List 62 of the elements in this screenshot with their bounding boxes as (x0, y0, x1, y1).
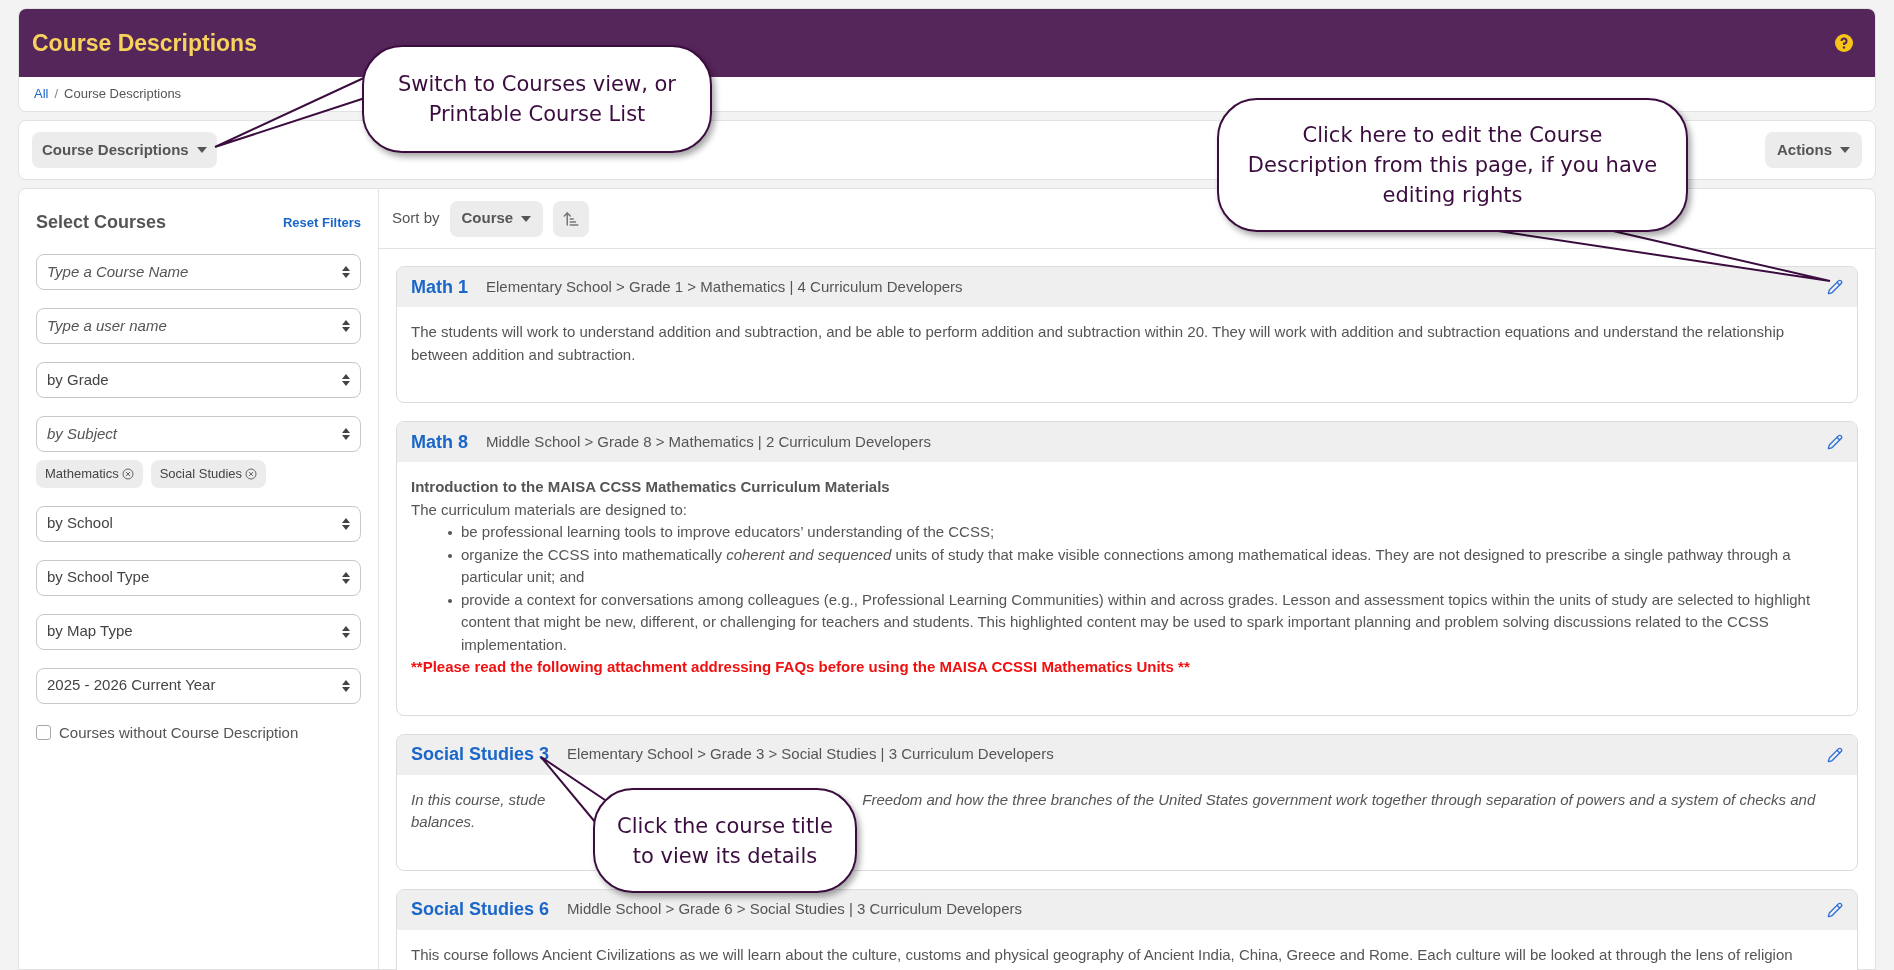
sort-order-icon (562, 209, 581, 228)
sort-dropdown-button[interactable]: Course (449, 200, 544, 237)
course-path: Elementary School > Grade 3 > Social Studies | 3 Curriculum Developers (567, 744, 1054, 765)
view-dropdown-button[interactable]: Course Descriptions (32, 132, 217, 168)
remove-icon[interactable] (245, 467, 258, 480)
course-title-link[interactable]: Math 1 (411, 273, 468, 301)
description-text: The curriculum materials are designed to: (411, 499, 688, 520)
description-heading: Introduction to the MAISA CCSS Mathematics Curriculum Materials (411, 477, 891, 497)
sort-order-button[interactable] (553, 200, 590, 237)
caret-icon (1840, 147, 1850, 153)
sort-arrows-icon (342, 320, 350, 332)
filter-select[interactable]: by School Type (36, 559, 361, 596)
sort-arrows-icon (342, 374, 350, 386)
actions-dropdown-button[interactable]: Actions (1765, 132, 1862, 168)
filter-select[interactable]: Type a Course Name (36, 254, 361, 290)
course-path: Elementary School > Grade 1 > Mathematics | 4 Curriculum Developers (486, 276, 963, 297)
sort-arrows-icon (342, 517, 350, 530)
sort-arrows-icon (342, 428, 350, 440)
sort-arrows-icon (342, 679, 350, 692)
notice-text: **Please read the following attachment addressing FAQs before using the MAISA CCSSI Mathematics Units ** (411, 657, 1191, 677)
reset-filters-link[interactable]: Reset Filters (282, 212, 361, 233)
filter-tag[interactable]: Mathematics (36, 460, 143, 488)
edit-icon[interactable] (1827, 279, 1843, 295)
breadcrumb-current: Course Descriptions (64, 85, 182, 104)
edit-icon[interactable] (1827, 746, 1843, 763)
filter-select[interactable]: by Grade (36, 362, 361, 398)
edit-icon[interactable] (1827, 434, 1843, 450)
filter-select[interactable]: Type a user name (36, 308, 361, 344)
sort-arrows-icon (342, 266, 350, 278)
filter-select[interactable]: 2025 - 2026 Current Year (36, 667, 361, 704)
remove-icon[interactable] (121, 467, 134, 480)
sort-arrows-icon (342, 625, 350, 638)
description-text: The students will work to understand addition and subtraction, and be able to perform addition and subtraction within 20. They will work with addition and subtraction equations and understand the relationship between addition and subtraction. (411, 322, 1786, 365)
breadcrumb-separator: / (54, 85, 59, 104)
caret-icon (196, 147, 207, 153)
bullet-icon (448, 598, 452, 603)
sort-label: Sort by (392, 208, 440, 229)
filter-tag[interactable]: Social Studies (150, 460, 267, 488)
help-icon[interactable] (1835, 34, 1853, 52)
breadcrumb-link[interactable]: All (34, 84, 49, 104)
course-path: Middle School > Grade 8 > Mathematics | 2 Curriculum Developers (486, 431, 931, 452)
page-title: Course Descriptions (32, 28, 257, 58)
filter-select[interactable]: by Subject (36, 416, 361, 452)
course-title-link[interactable]: Social Studies 6 (411, 896, 550, 923)
filter-select[interactable]: by Map Type (36, 613, 361, 650)
edit-icon[interactable] (1827, 901, 1843, 918)
description-text: This course follows Ancient Civilizations as we will learn about the culture, customs and physical geography of Ancient India, China, Greece and Rome. Each culture will be looked at through the lens of religion (411, 944, 1794, 965)
course-title-link[interactable]: Math 8 (411, 428, 468, 456)
caret-icon (521, 215, 532, 222)
sidebar-title: Select Courses (36, 211, 167, 234)
bullet-icon (448, 553, 452, 558)
checkbox-label: Courses without Course Description (59, 722, 299, 743)
description-text: balances. (411, 812, 476, 832)
list-item-text: be professional learning tools to improve educators’ understanding of the CCSS; (461, 522, 995, 542)
filter-select[interactable]: by School (36, 505, 361, 542)
bullet-icon (448, 531, 452, 535)
description-text: Freedom and how the three branches of the United States government work together through separation of powers and a system of checks and (862, 789, 1816, 810)
course-path: Middle School > Grade 6 > Social Studies | 3 Curriculum Developers (567, 899, 1022, 920)
description-text: In this course, stude (411, 789, 546, 810)
sort-arrows-icon (342, 571, 350, 584)
list-item-text: provide a context for conversations among colleagues (e.g., Professional Learning Communities) within and across grades. Lesson and assessment topics within the units of study are selected to highlight content that might be new, different, or challenging for teachers and students. This highlighted content may be used to spark important planning and problem solving discussions related to the CCSS implementation. (461, 589, 1812, 655)
checkbox[interactable] (36, 725, 51, 741)
